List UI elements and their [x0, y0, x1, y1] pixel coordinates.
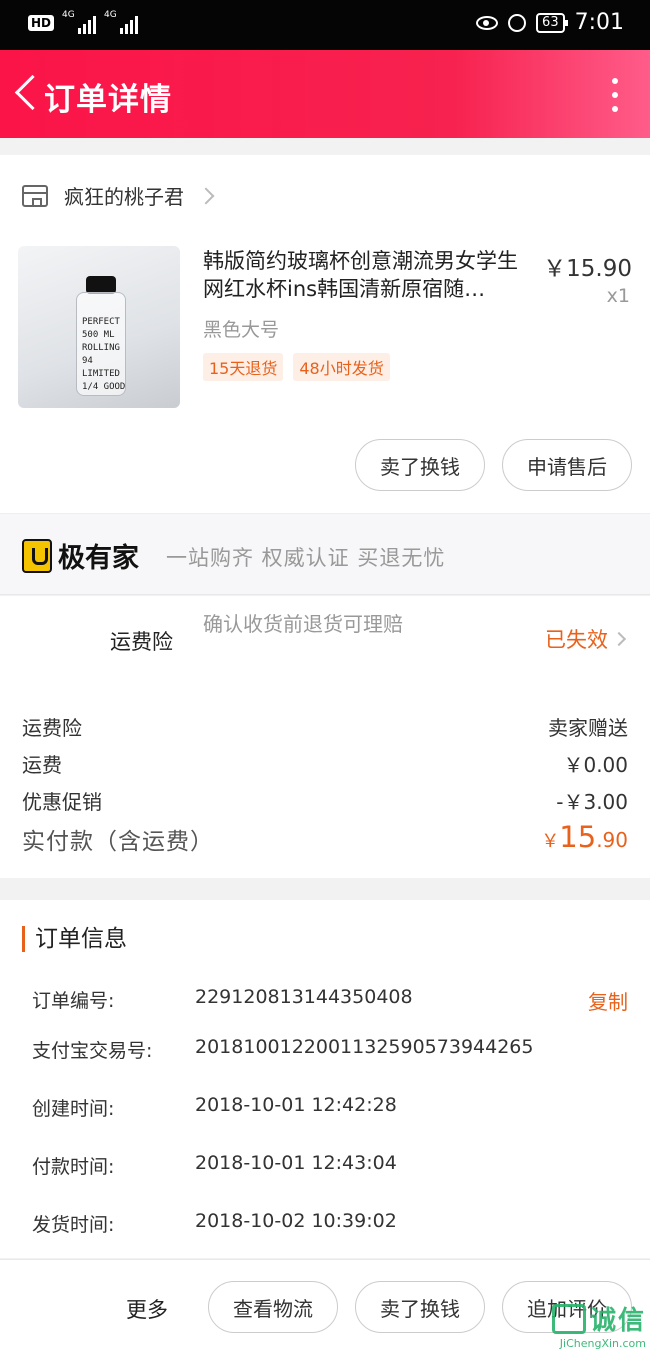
product-spec: 黑色大号 [203, 319, 280, 341]
nav-bar: 订单详情 [0, 50, 650, 138]
order-number: 229120813144350408 [195, 986, 413, 1008]
more-options-icon[interactable] [610, 78, 620, 112]
shop-name: 疯狂的桃子君 [64, 185, 184, 209]
brand-banner[interactable]: 极有家 一站购齐 权威认证 买退无忧 [0, 513, 650, 595]
shipped-time: 2018-10-02 10:39:02 [195, 1210, 397, 1232]
info-label: 创建时间: [32, 1098, 115, 1120]
info-label: 付款时间: [32, 1156, 115, 1178]
brand-name: 极有家 [58, 543, 139, 574]
shipping-insurance-desc: 确认收货前退货可理赔 [203, 612, 403, 636]
page-title: 订单详情 [44, 82, 172, 118]
shop-card: 疯狂的桃子君 PERFECT 500 ML ROLLING 94 LIMITED… [0, 155, 650, 513]
watermark-en: JiChengXin.com [559, 1337, 646, 1350]
apply-aftersale-button[interactable]: 申请售后 [502, 439, 632, 491]
fee-row-insurance: 运费险 卖家赠送 [22, 712, 628, 741]
battery-icon: 63 [536, 12, 568, 33]
network-type-label-2: 4G [104, 10, 117, 20]
watermark-cn: 诚信 [589, 1306, 646, 1336]
info-label: 发货时间: [32, 1214, 115, 1236]
brand-logo-icon [22, 538, 52, 573]
status-left: HD 4G 4G [28, 10, 139, 34]
copy-order-number-button[interactable]: 复制 [588, 986, 628, 1015]
order-info-card: 订单信息 订单编号: 229120813144350408 复制 支付宝交易号:… [0, 900, 650, 1258]
insurance-status-text: 已失效 [545, 628, 608, 652]
paid-time: 2018-10-01 12:43:04 [195, 1152, 397, 1174]
alarm-icon [508, 13, 527, 32]
brand-slogan: 一站购齐 权威认证 买退无忧 [166, 546, 446, 570]
network-type-label: 4G [62, 10, 75, 20]
product-image[interactable]: PERFECT 500 ML ROLLING 94 LIMITED 1/4 GO… [18, 246, 180, 408]
sell-for-cash-button[interactable]: 卖了换钱 [355, 439, 485, 491]
fee-value: ￥0.00 [563, 753, 628, 777]
product-tags: 15天退货 48小时发货 [203, 353, 390, 381]
signal-icon: 4G [62, 10, 97, 34]
fee-card: 运费险 确认收货前退货可理赔 已失效 运费险 卖家赠送 运费 ￥0.00 优惠促… [0, 596, 650, 878]
clock-time: 7:01 [574, 10, 624, 35]
sell-for-cash-button-bottom[interactable]: 卖了换钱 [355, 1281, 485, 1333]
fee-label: 运费 [22, 753, 62, 777]
created-time: 2018-10-01 12:42:28 [195, 1094, 397, 1116]
fee-label: 优惠促销 [22, 790, 102, 814]
total-paid-amount: ￥15.90 [541, 820, 628, 854]
view-logistics-button[interactable]: 查看物流 [208, 1281, 338, 1333]
info-label: 订单编号: [32, 990, 115, 1012]
total-decimal: .90 [596, 828, 628, 852]
status-right: 63 7:01 [476, 10, 624, 35]
product-title[interactable]: 韩版简约玻璃杯创意潮流男女学生网红水杯ins韩国清新原宿随… [203, 247, 535, 303]
eye-comfort-icon [476, 15, 499, 30]
fee-value: -￥3.00 [556, 790, 628, 814]
shipping-insurance-status[interactable]: 已失效 [545, 624, 627, 654]
signal-icon-2: 4G [104, 10, 139, 34]
shipping-insurance-label: 运费险 [110, 630, 173, 654]
info-label: 支付宝交易号: [32, 1040, 153, 1062]
chevron-right-icon [197, 187, 215, 204]
bottle-illustration: PERFECT 500 ML ROLLING 94 LIMITED 1/4 GO… [76, 276, 126, 396]
status-bar: HD 4G 4G 63 7:01 [0, 0, 650, 50]
total-paid-label: 实付款（含运费） [22, 829, 214, 855]
order-info-heading: 订单信息 [22, 926, 127, 952]
return-policy-badge: 15天退货 [203, 353, 284, 381]
total-currency: ￥ [541, 831, 560, 852]
store-icon [22, 184, 48, 207]
product-quantity: x1 [606, 285, 630, 307]
watermark-logo-icon [551, 1303, 586, 1334]
alipay-trade-number: 2018100122001132590573944265 [195, 1036, 534, 1058]
product-price: ￥15.90 [543, 256, 632, 282]
bottle-print-text: PERFECT 500 ML ROLLING 94 LIMITED 1/4 GO… [82, 317, 126, 392]
shop-link[interactable]: 疯狂的桃子君 [22, 181, 215, 210]
back-arrow-icon[interactable] [12, 74, 42, 114]
total-integer: 15 [559, 820, 597, 854]
fee-label: 运费险 [22, 716, 82, 740]
hd-badge: HD [28, 15, 55, 31]
shipping-badge: 48小时发货 [293, 353, 390, 381]
fee-row-discount: 优惠促销 -￥3.00 [22, 786, 628, 815]
more-button[interactable]: 更多 [126, 1294, 168, 1324]
fee-row-shipping: 运费 ￥0.00 [22, 749, 628, 778]
fee-value: 卖家赠送 [548, 716, 628, 740]
site-watermark: 诚信 JiChengXin.com [551, 1300, 646, 1350]
brand-logo: 极有家 [22, 536, 139, 575]
chevron-right-icon [611, 631, 627, 647]
